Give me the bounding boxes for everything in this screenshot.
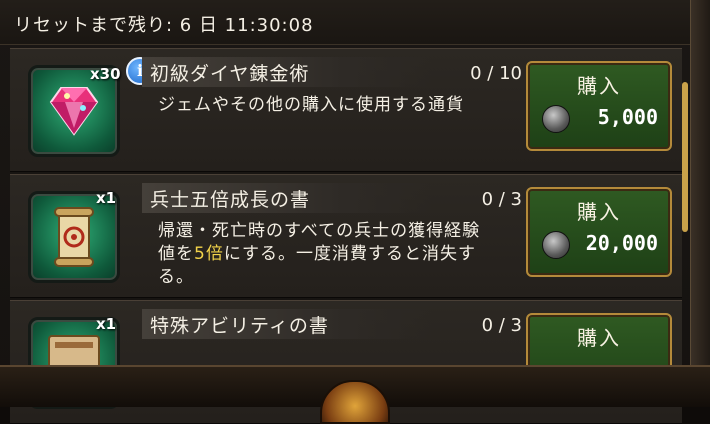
item-title: 兵士五倍成長の書	[150, 189, 311, 211]
item-description: ジェムやその他の購入に使用する通貨	[158, 95, 464, 115]
item-title: 初級ダイヤ錬金術	[150, 63, 310, 85]
buy-button-label: 購入	[577, 326, 621, 350]
silver-coin-icon	[542, 105, 570, 133]
item-quantity: x1	[96, 315, 117, 333]
shop-item-row: x1 兵士五倍成長の書 帰還・死亡時のすべての兵士の獲得経験値を5倍にする。一度…	[10, 174, 682, 298]
price-value: 5,000	[597, 105, 658, 129]
shop-panel: リセットまで残り: 6 日 11:30:08 x30 i 初級ダイヤ錬金術 ジェ…	[0, 0, 710, 424]
desc-highlight: 5倍	[194, 244, 224, 264]
item-description: 帰還・死亡時のすべての兵士の獲得経験値を5倍にする。一度消費すると消失する。	[158, 220, 498, 289]
silver-coin-icon	[542, 231, 570, 259]
item-quantity: x30	[90, 65, 121, 83]
buy-button[interactable]: 購入 20,000	[526, 187, 672, 277]
item-title: 特殊アビリティの書	[150, 315, 329, 337]
buy-button-label: 購入	[577, 200, 621, 224]
purchase-count: 0 / 3	[481, 315, 522, 336]
buy-button-label: 購入	[577, 74, 621, 98]
purchase-count: 0 / 10	[470, 63, 522, 84]
item-quantity: x1	[96, 189, 117, 207]
buy-button[interactable]: 購入 5,000	[526, 61, 672, 151]
frame-rail	[690, 0, 710, 375]
scrollbar[interactable]	[682, 82, 688, 232]
reset-timer: リセットまで残り: 6 日 11:30:08	[14, 15, 314, 36]
shop-item-row: x30 i 初級ダイヤ錬金術 ジェムやその他の購入に使用する通貨 0 / 10 …	[10, 48, 682, 172]
purchase-count: 0 / 3	[481, 189, 522, 210]
price-value: 20,000	[585, 231, 658, 255]
reset-header: リセットまで残り: 6 日 11:30:08	[0, 0, 690, 45]
